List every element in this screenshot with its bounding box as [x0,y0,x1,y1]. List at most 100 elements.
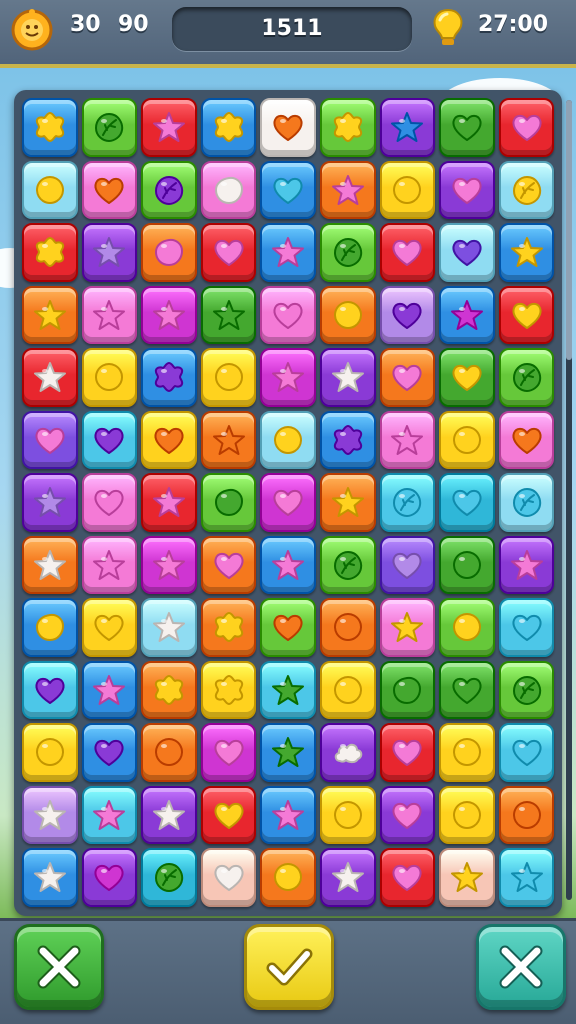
tile-r12-c8[interactable] [439,785,495,844]
tile-r8-c2[interactable] [81,535,138,594]
tile-r11-c1[interactable] [22,723,78,782]
smiley-face-icon[interactable] [10,8,54,52]
cancel-button-teal[interactable] [476,924,566,1010]
tile-r9-c9[interactable] [498,598,555,657]
tile-r8-c7[interactable] [379,535,436,594]
tile-r3-c1[interactable] [22,223,78,282]
tile-r9-c2[interactable] [81,598,138,657]
tile-r3-c6[interactable] [319,223,376,282]
tile-r8-c8[interactable] [439,535,495,594]
tile-r12-c4[interactable] [200,785,257,844]
tile-r5-c1[interactable] [22,348,78,407]
tile-r13-c9[interactable] [498,848,555,907]
scrollbar[interactable] [566,100,572,900]
tile-r9-c4[interactable] [200,598,257,657]
tile-r1-c8[interactable] [439,98,495,157]
tile-r4-c2[interactable] [81,285,138,344]
tile-r5-c6[interactable] [319,348,376,407]
tile-r7-c6[interactable] [319,473,376,532]
tile-r10-c2[interactable] [81,660,138,719]
tile-r11-c6[interactable] [319,723,376,782]
tile-r9-c8[interactable] [439,598,495,657]
tile-r5-c8[interactable] [439,348,495,407]
tile-r11-c3[interactable] [141,723,197,782]
cancel-button-green[interactable] [14,924,104,1010]
tile-r13-c3[interactable] [141,848,197,907]
tile-r8-c4[interactable] [200,535,257,594]
tile-r10-c1[interactable] [22,660,78,719]
tile-r6-c5[interactable] [260,410,316,469]
tile-r10-c9[interactable] [498,660,555,719]
tile-r13-c4[interactable] [200,848,257,907]
tile-r6-c2[interactable] [81,410,138,469]
tile-r13-c1[interactable] [22,848,78,907]
tile-r1-c6[interactable] [319,98,376,157]
tile-r11-c5[interactable] [260,723,316,782]
tile-r8-c3[interactable] [141,535,197,594]
tile-r11-c8[interactable] [439,723,495,782]
confirm-button[interactable] [244,924,334,1010]
tile-r12-c7[interactable] [379,785,436,844]
tile-r9-c7[interactable] [379,598,436,657]
tile-r2-c9[interactable] [498,160,555,219]
tile-r13-c6[interactable] [319,848,376,907]
tile-r12-c2[interactable] [81,785,138,844]
tile-r12-c6[interactable] [319,785,376,844]
tile-r7-c2[interactable] [81,473,138,532]
tile-r6-c6[interactable] [319,410,376,469]
tile-r4-c4[interactable] [200,285,257,344]
tile-r8-c6[interactable] [319,535,376,594]
tile-r10-c3[interactable] [141,660,197,719]
tile-r5-c5[interactable] [260,348,316,407]
tile-r3-c7[interactable] [379,223,436,282]
tile-r9-c1[interactable] [22,598,78,657]
tile-r9-c5[interactable] [260,598,316,657]
tile-r7-c7[interactable] [379,473,436,532]
tile-r3-c3[interactable] [141,223,197,282]
tile-r1-c3[interactable] [141,98,197,157]
tile-r1-c5[interactable] [260,98,316,157]
tile-r4-c6[interactable] [319,285,376,344]
tile-r13-c5[interactable] [260,848,316,907]
tile-r1-c1[interactable] [22,98,78,157]
tile-r6-c9[interactable] [498,410,555,469]
tile-r4-c9[interactable] [498,285,555,344]
tile-r10-c8[interactable] [439,660,495,719]
tile-r6-c3[interactable] [141,410,197,469]
tile-r13-c2[interactable] [81,848,138,907]
tile-r6-c4[interactable] [200,410,257,469]
tile-r10-c6[interactable] [319,660,376,719]
tile-r1-c7[interactable] [379,98,436,157]
tile-r2-c7[interactable] [379,160,436,219]
tile-r11-c7[interactable] [379,723,436,782]
tile-r12-c9[interactable] [498,785,555,844]
tile-r7-c3[interactable] [141,473,197,532]
tile-r3-c5[interactable] [260,223,316,282]
tile-r5-c2[interactable] [81,348,138,407]
tile-r9-c6[interactable] [319,598,376,657]
tile-r4-c8[interactable] [439,285,495,344]
tile-r7-c4[interactable] [200,473,257,532]
tile-r5-c3[interactable] [141,348,197,407]
tile-r2-c2[interactable] [81,160,138,219]
tile-r8-c5[interactable] [260,535,316,594]
tile-r3-c2[interactable] [81,223,138,282]
tile-r10-c4[interactable] [200,660,257,719]
tile-r12-c1[interactable] [22,785,78,844]
tile-r8-c1[interactable] [22,535,78,594]
tile-r1-c4[interactable] [200,98,257,157]
tile-r2-c4[interactable] [200,160,257,219]
tile-r7-c1[interactable] [22,473,78,532]
tile-r4-c5[interactable] [260,285,316,344]
tile-r5-c7[interactable] [379,348,436,407]
tile-r2-c6[interactable] [319,160,376,219]
tile-r13-c8[interactable] [439,848,495,907]
tile-r1-c2[interactable] [81,98,138,157]
tile-r4-c3[interactable] [141,285,197,344]
tile-r3-c4[interactable] [200,223,257,282]
tile-r7-c8[interactable] [439,473,495,532]
tile-r12-c5[interactable] [260,785,316,844]
lightbulb-icon[interactable] [428,6,468,50]
tile-r6-c7[interactable] [379,410,436,469]
tile-r7-c5[interactable] [260,473,316,532]
